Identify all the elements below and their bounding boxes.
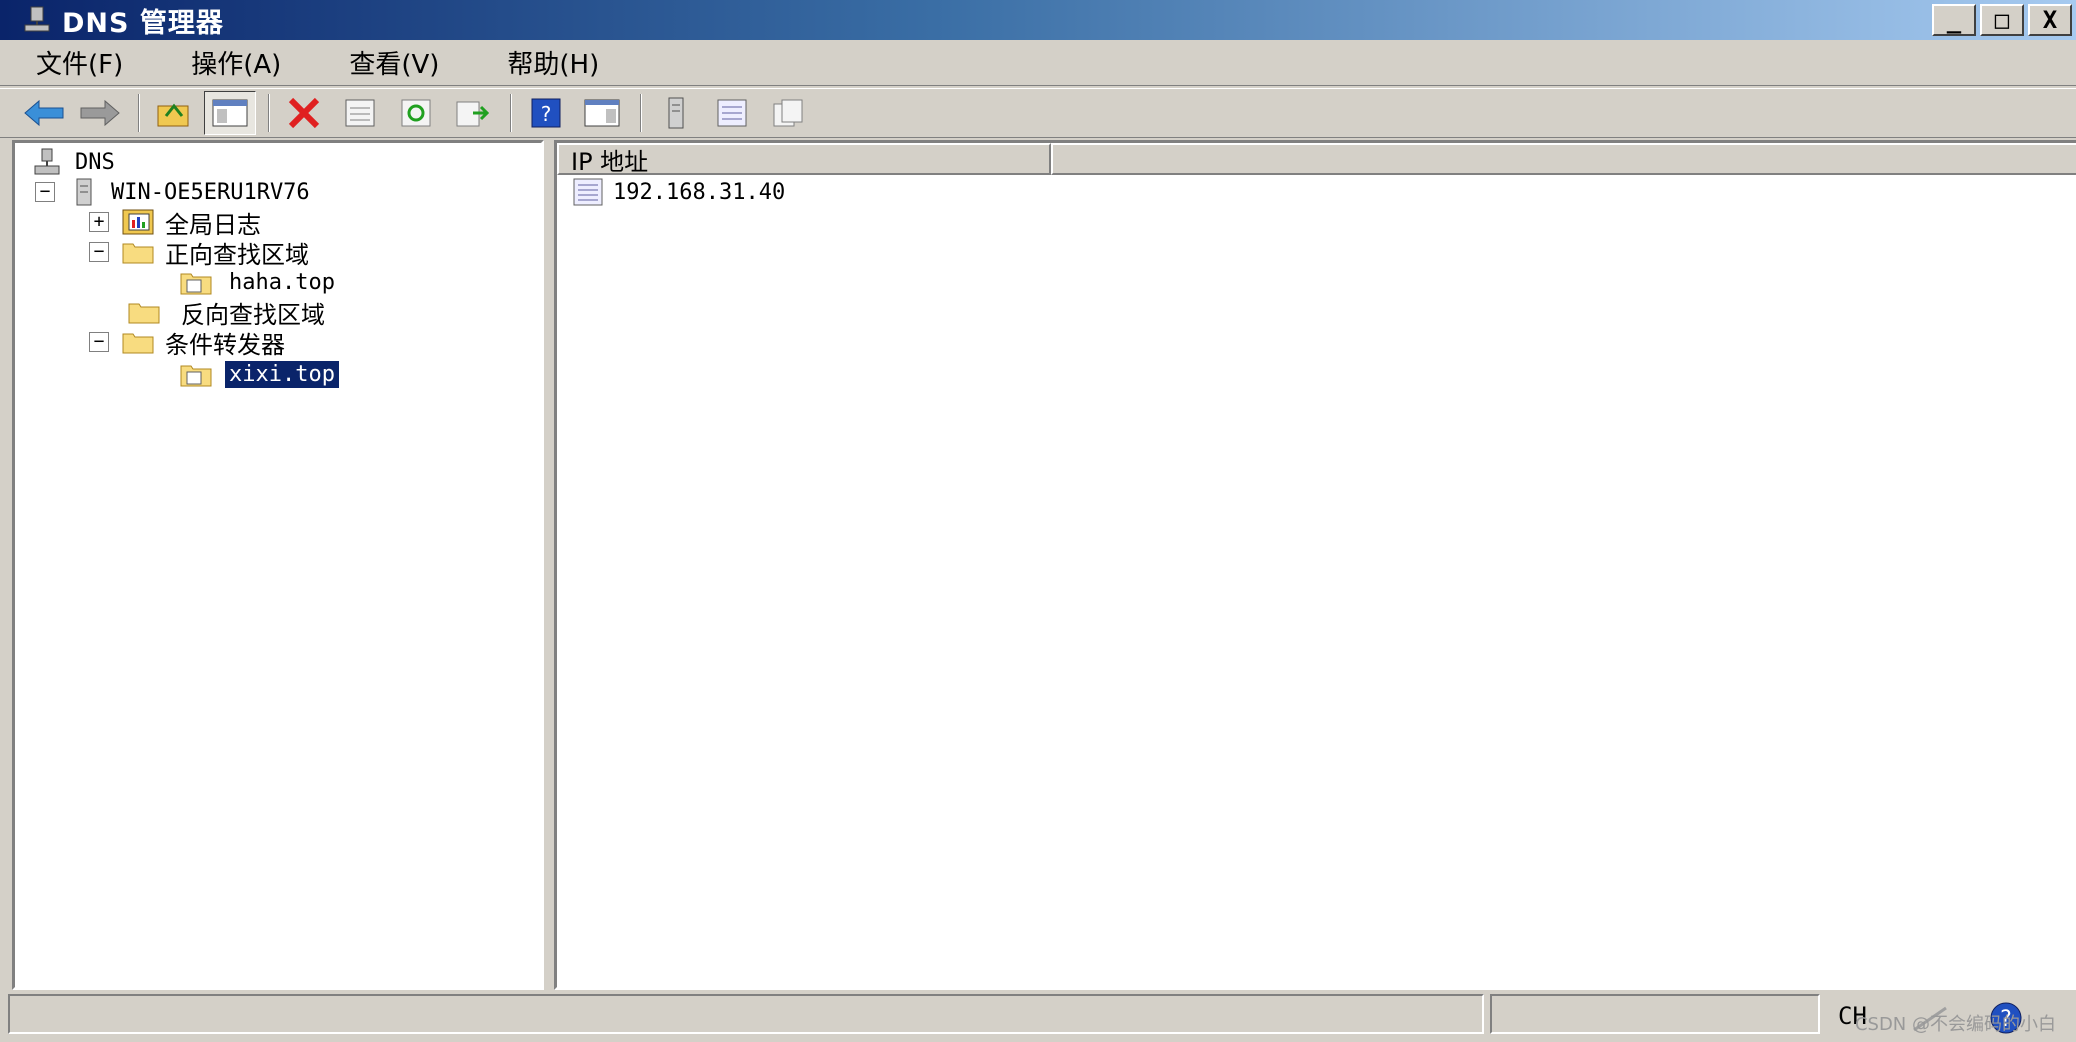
tree-label-dns: DNS: [75, 149, 115, 175]
tree-label-forward-zones: 正向查找区域: [165, 240, 309, 269]
menu-bar: 文件(F) 操作(A) 查看(V) 帮助(H): [0, 40, 2076, 86]
back-arrow-icon: [24, 99, 64, 127]
event-log-icon: [122, 209, 154, 235]
toolbar-separator: [640, 94, 642, 132]
toolbar-separator: [510, 94, 512, 132]
menu-help[interactable]: 帮助(H): [495, 40, 611, 85]
menu-action[interactable]: 操作(A): [179, 40, 293, 85]
tree-label-server: WIN-OE5ERU1RV76: [111, 179, 310, 205]
console-icon: [584, 99, 620, 127]
forward-arrow-icon: [80, 99, 120, 127]
tree-item-dns[interactable]: DNS: [33, 147, 115, 177]
tree-item-global-logs[interactable]: + 全局日志: [89, 207, 261, 239]
up-folder-icon: [157, 103, 189, 127]
collapse-toggle[interactable]: −: [35, 182, 55, 202]
status-panel-main: [8, 994, 1484, 1034]
properties-icon: [345, 99, 375, 127]
watermark-text: CSDN @不会编码的小白: [1854, 1014, 2056, 1035]
maximize-button[interactable]: □: [1980, 4, 2024, 36]
help-button[interactable]: ?: [520, 91, 572, 135]
zone-icon: [180, 273, 212, 295]
copy-icon: [773, 99, 803, 127]
tree-item-forward-zones[interactable]: − 正向查找区域: [89, 237, 309, 269]
folder-icon: [128, 303, 160, 324]
status-panel-secondary: [1490, 994, 1820, 1034]
window-controls: _ □ X: [1932, 4, 2072, 36]
forward-button[interactable]: [74, 91, 126, 135]
help-icon: ?: [531, 98, 561, 128]
server-icon: [76, 178, 92, 206]
back-button[interactable]: [18, 91, 70, 135]
expand-toggle[interactable]: +: [89, 212, 109, 232]
menu-file[interactable]: 文件(F): [24, 40, 135, 85]
toolbar: ?: [0, 88, 2076, 138]
collapse-toggle[interactable]: −: [89, 332, 109, 352]
delete-button[interactable]: [278, 91, 330, 135]
column-header-ip-label: IP 地址: [571, 147, 649, 176]
show-hide-tree-button[interactable]: [204, 91, 256, 135]
delete-icon: [288, 97, 320, 129]
refresh-button[interactable]: [390, 91, 442, 135]
ip-address-value: 192.168.31.40: [613, 179, 786, 205]
title-bar: DNS 管理器 _ □ X: [0, 0, 2076, 40]
export-list-icon: [456, 101, 489, 127]
tree-item-haha-top[interactable]: haha.top: [179, 267, 335, 297]
tree-label-haha-top: haha.top: [229, 269, 335, 295]
export-list-button[interactable]: [446, 91, 498, 135]
list-view-button[interactable]: [706, 91, 758, 135]
toolbar-separator: [268, 94, 270, 132]
details-pane[interactable]: IP 地址 192.168.31.40: [554, 140, 2076, 990]
tree-label-conditional-forwarders: 条件转发器: [165, 330, 285, 359]
folder-icon: [122, 333, 154, 354]
dns-server-icon: [24, 6, 50, 32]
column-header-empty[interactable]: [1051, 143, 2076, 175]
up-level-button[interactable]: [148, 91, 200, 135]
console-tree-pane[interactable]: DNS − WIN-OE5ERU1RV76 + 全局日志 − 正向查找区域 ha…: [12, 140, 544, 990]
copy-button[interactable]: [762, 91, 814, 135]
list-view-icon: [717, 99, 747, 127]
folder-icon: [122, 243, 154, 264]
dns-icon: [34, 148, 60, 175]
collapse-toggle[interactable]: −: [89, 242, 109, 262]
tree-item-conditional-forwarders[interactable]: − 条件转发器: [89, 327, 285, 359]
list-item[interactable]: 192.168.31.40: [571, 177, 785, 207]
tree-item-reverse-zones[interactable]: 反向查找区域: [127, 297, 325, 329]
minimize-button[interactable]: _: [1932, 4, 1976, 36]
server-button[interactable]: [650, 91, 702, 135]
show-hide-tree-icon: [212, 99, 248, 127]
status-bar: [0, 992, 2076, 1042]
svg-text:?: ?: [541, 102, 552, 126]
window-title: DNS 管理器: [62, 7, 224, 39]
properties-button[interactable]: [334, 91, 386, 135]
menu-view[interactable]: 查看(V): [337, 40, 451, 85]
close-button[interactable]: X: [2028, 4, 2072, 36]
tree-item-xixi-top[interactable]: xixi.top: [179, 359, 339, 389]
tree-item-server[interactable]: − WIN-OE5ERU1RV76: [35, 177, 310, 207]
console-button[interactable]: [576, 91, 628, 135]
refresh-icon: [401, 99, 431, 127]
column-header-ip[interactable]: IP 地址: [557, 143, 1051, 176]
toolbar-separator: [138, 94, 140, 132]
server-icon: [668, 97, 684, 129]
forwarder-icon: [180, 365, 212, 387]
tree-label-xixi-top: xixi.top: [225, 360, 339, 388]
ip-address-icon: [573, 178, 603, 206]
